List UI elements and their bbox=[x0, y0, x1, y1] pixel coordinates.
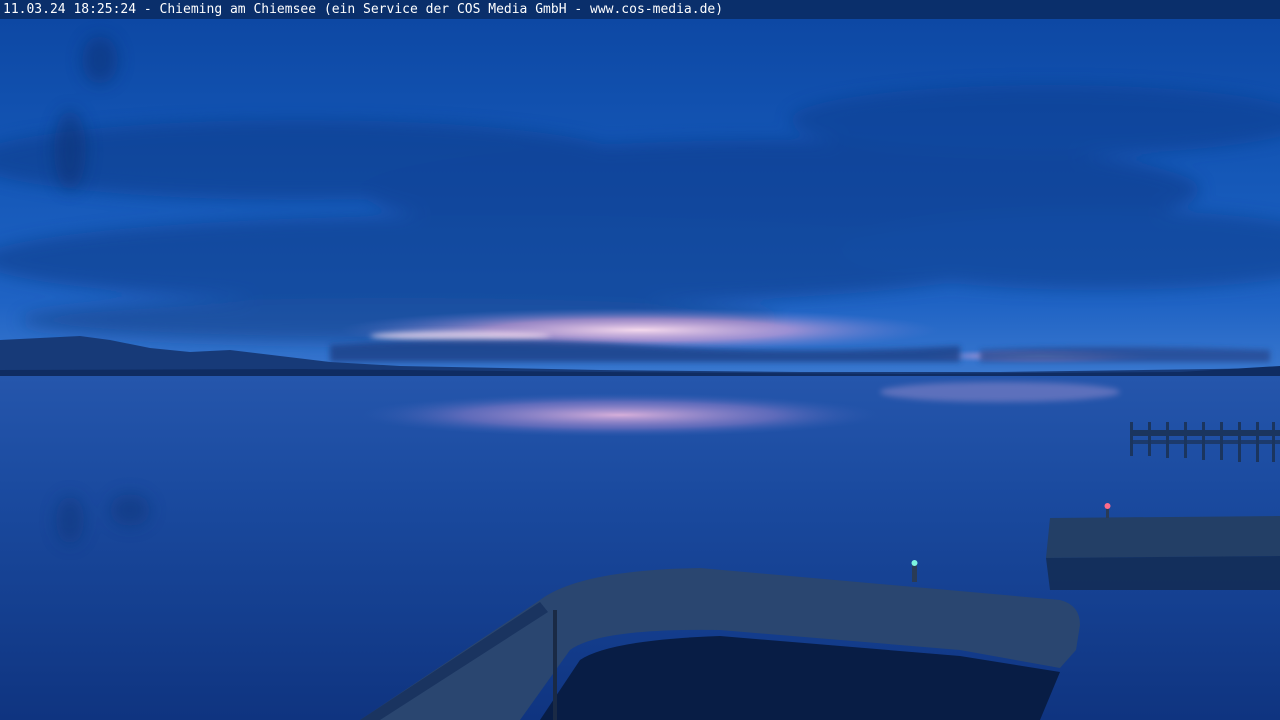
lake-scene bbox=[0, 19, 1280, 720]
water-reflection bbox=[360, 393, 880, 437]
webcam-frame: 11.03.24 18:25:24 - Chieming am Chiemsee… bbox=[0, 0, 1280, 720]
webcam-caption: 11.03.24 18:25:24 - Chieming am Chiemsee… bbox=[0, 0, 1280, 19]
green-light-icon bbox=[911, 560, 918, 582]
right-breakwater bbox=[1046, 516, 1280, 590]
